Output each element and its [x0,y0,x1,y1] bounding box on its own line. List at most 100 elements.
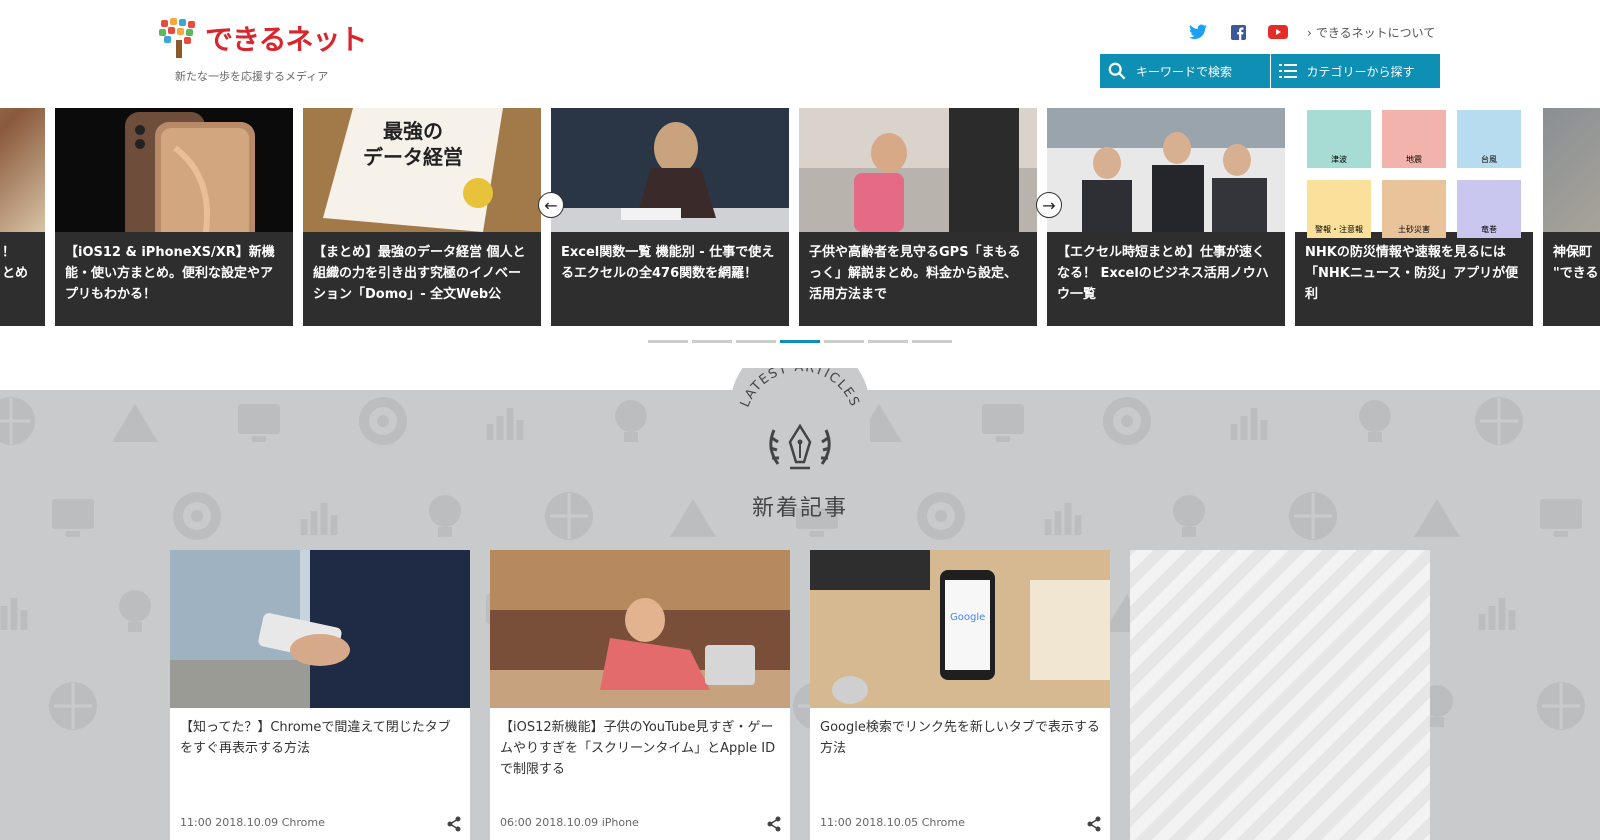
tree-logo-icon [159,18,199,58]
article-category[interactable]: iPhone [602,816,639,829]
social-links [1188,22,1288,42]
logo-text: できるネット [205,23,367,56]
slide-title: 【iOS12 & iPhoneXS/XR】新機能・使い方まとめ。便利な設定やアプ… [65,245,275,302]
typhoon-tile: 台風 [1457,110,1521,168]
article-category[interactable]: Chrome [282,816,325,829]
youtube-icon[interactable] [1268,22,1288,42]
background-pattern-icon [1475,397,1523,445]
article-meta: 06:00 2018.10.09 iPhone [500,816,639,829]
carousel-next-button[interactable]: → [1036,192,1062,218]
background-pattern-icon [49,682,97,730]
featured-carousel: ！ とめ 【iOS12 & iPhoneXS/XR】新機能・使い方まとめ。便利な… [0,108,1600,326]
article-category[interactable]: Chrome [922,816,965,829]
latest-articles-badge: LATEST ARTICLES [730,368,870,508]
background-pattern-icon [545,492,593,540]
share-icon[interactable] [766,816,782,832]
carousel-slide[interactable]: Excel関数一覧 機能別 - 仕事で使えるエクセルの全476関数を網羅！ [551,108,789,326]
background-pattern-icon [112,404,158,442]
carousel-dot[interactable] [692,340,732,343]
slide-image [0,108,45,232]
background-pattern-icon [359,397,407,445]
background-pattern-icon [1592,580,1600,642]
article-card[interactable]: 【iOS12新機能】子供のYouTube見すぎ・ゲームやりすぎを「スクリーンタイ… [490,550,790,840]
chevron-right-icon: › [1307,25,1312,40]
about-link-label: できるネットについて [1315,26,1436,40]
carousel-slide[interactable]: 子供や高齢者を見守るGPS「まもるっく」解説まとめ。料金から設定、活用方法まで [799,108,1037,326]
background-pattern-icon [982,404,1024,442]
article-date: 2018.10.09 [535,816,599,829]
article-card-list: 【知ってた？】Chromeで間違えて閉じたタブをすぐ再表示する方法 11:00 … [170,550,1430,840]
background-pattern-icon [52,499,94,537]
warning-tile: 警報・注意報 [1307,180,1371,238]
article-thumbnail: Google [810,550,1110,708]
article-date: 2018.10.05 [855,816,919,829]
background-pattern-icon [1044,503,1082,535]
background-pattern-icon [238,404,280,442]
carousel-slide[interactable]: ！ とめ [0,108,45,326]
slide-image: 最強の データ経営 [303,108,541,232]
article-time: 11:00 [820,816,852,829]
carousel-slide[interactable]: 神保町 "できる [1543,108,1600,326]
carousel-slide[interactable]: 最強の データ経営 【まとめ】最強のデータ経営 個人と組織の力を引き出す究極のイ… [303,108,541,326]
article-title: Google検索でリンク先を新しいタブで表示する方法 [820,720,1100,756]
carousel-dot[interactable] [868,340,908,343]
article-title: 【iOS12新機能】子供のYouTube見すぎ・ゲームやりすぎを「スクリーンタイ… [500,720,776,777]
slide-image [551,108,789,232]
article-card[interactable]: Google Google検索でリンク先を新しいタブで表示する方法 11:00 … [810,550,1110,840]
carousel-dot[interactable] [824,340,864,343]
keyword-search-label: キーワードで検索 [1136,64,1233,79]
slide-title: NHKの防災情報や速報を見るには「NHKニュース・防災」アプリが便利 [1305,245,1519,302]
carousel-slide[interactable]: 【iOS12 & iPhoneXS/XR】新機能・使い方まとめ。便利な設定やアプ… [55,108,293,326]
slide-image [55,108,293,232]
slide-title: 子供や高齢者を見守るGPS「まもるっく」解説まとめ。料金から設定、活用方法まで [809,245,1021,302]
carousel-dot[interactable] [912,340,952,343]
carousel-pagination [648,340,952,343]
slide-title: Excel関数一覧 機能別 - 仕事で使えるエクセルの全476関数を網羅！ [561,245,775,281]
article-thumbnail [490,550,790,708]
slide-image: 津波 地震 台風 警報・注意報 土砂災害 竜巻 [1295,108,1533,238]
section-title: 新着記事 [751,496,848,521]
twitter-icon[interactable] [1188,22,1208,42]
article-meta: 11:00 2018.10.09 Chrome [180,816,325,829]
article-card[interactable]: 【知ってた？】Chromeで間違えて閉じたタブをすぐ再表示する方法 11:00 … [170,550,470,840]
category-search-button[interactable]: カテゴリーから探す [1269,54,1440,88]
background-pattern-icon [1414,499,1460,537]
arrow-left-icon: ← [544,195,558,215]
carousel-prev-button[interactable]: ← [538,192,564,218]
slide-title: ！ とめ [2,245,29,281]
background-pattern-icon [615,400,647,442]
facebook-icon[interactable] [1228,22,1248,42]
background-pattern-icon [1537,682,1585,730]
arrow-right-icon: → [1042,195,1056,215]
earthquake-tile: 地震 [1382,110,1446,168]
background-pattern-icon [1230,408,1268,440]
keyword-search-button[interactable]: キーワードで検索 [1100,54,1270,88]
share-icon[interactable] [1086,816,1102,832]
background-pattern-icon [1173,495,1205,537]
slide-title: 【まとめ】最強のデータ経営 個人と組織の力を引き出す究極のイノベーション「Dom… [313,245,526,302]
share-icon[interactable] [446,816,462,832]
about-link[interactable]: › できるネットについて [1307,24,1435,41]
site-header: できるネット 新たな一歩を応援するメディア › できるネットについて キーワード… [0,0,1600,106]
background-pattern-icon [1540,499,1582,537]
search-bar: キーワードで検索 カテゴリーから探す [1100,54,1440,88]
slide-title: 【エクセル時短まとめ】仕事が速くなる！ Excelのビジネス活用ノウハウ一覧 [1057,245,1269,302]
carousel-dot[interactable] [736,340,776,343]
background-pattern-icon [173,492,221,540]
carousel-dot-active[interactable] [780,340,820,343]
background-pattern-icon [119,590,151,632]
carousel-slide[interactable]: 【エクセル時短まとめ】仕事が速くなる！ Excelのビジネス活用ノウハウ一覧 [1047,108,1285,326]
search-icon [1108,62,1126,80]
slide-image [1047,108,1285,232]
category-search-label: カテゴリーから探す [1306,64,1415,79]
background-pattern-icon [1289,492,1337,540]
article-time: 11:00 [180,816,212,829]
site-logo[interactable]: できるネット [159,18,367,58]
book-title-line-2: データ経営 [363,145,463,169]
article-meta: 11:00 2018.10.05 Chrome [820,816,965,829]
carousel-slide[interactable]: 津波 地震 台風 警報・注意報 土砂災害 竜巻 NHKの防災情報や速報を見るには… [1295,108,1533,326]
background-pattern-icon [486,408,524,440]
book-title-line-1: 最強の [383,119,443,143]
carousel-dot[interactable] [648,340,688,343]
article-title: 【知ってた？】Chromeで間違えて閉じたタブをすぐ再表示する方法 [180,720,451,756]
